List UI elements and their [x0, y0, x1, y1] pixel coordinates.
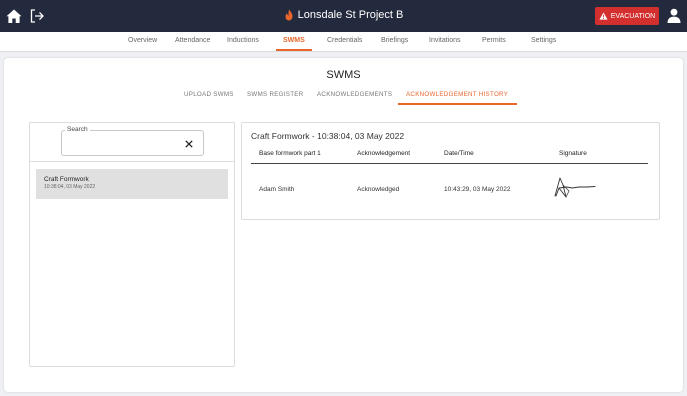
- project-title: Lonsdale St Project B: [284, 9, 404, 21]
- evacuation-label: EVACUATION: [610, 12, 656, 20]
- row-name: Adam Smith: [259, 186, 295, 193]
- swms-list-panel: Search Craft Formwork 10:38:04, 03 May 2…: [29, 122, 235, 367]
- subtab-acknowledgements[interactable]: ACKNOWLEDGEMENTS: [317, 91, 392, 98]
- tab-briefings[interactable]: Briefings: [381, 37, 408, 44]
- logout-icon[interactable]: [29, 8, 45, 24]
- tab-swms[interactable]: SWMS: [283, 37, 305, 44]
- page-title: SWMS: [326, 69, 361, 81]
- close-icon[interactable]: [185, 140, 193, 148]
- warning-icon: [599, 12, 608, 20]
- main-card: SWMS UPLOAD SWMS SWMS REGISTER ACKNOWLED…: [4, 58, 683, 392]
- row-datetime: 10:43:29, 03 May 2022: [444, 186, 511, 193]
- subtab-swms-register[interactable]: SWMS REGISTER: [247, 91, 304, 98]
- active-subtab-indicator: [398, 103, 517, 105]
- tab-overview[interactable]: Overview: [128, 37, 157, 44]
- nav-bar: Overview Attendance Inductions SWMS Cred…: [0, 32, 687, 52]
- column-header-datetime: Date/Time: [444, 150, 474, 157]
- signature-image: [554, 177, 596, 198]
- divider: [30, 161, 234, 162]
- list-item-timestamp: 10:38:04, 03 May 2022: [44, 184, 96, 190]
- subtab-upload-swms[interactable]: UPLOAD SWMS: [184, 91, 234, 98]
- acknowledgement-detail-panel: Craft Formwork - 10:38:04, 03 May 2022 B…: [241, 122, 660, 220]
- list-item-title: Craft Formwork: [44, 176, 89, 183]
- table-header-rule: [251, 163, 648, 164]
- row-acknowledgement: Acknowledged: [357, 186, 400, 193]
- tab-settings[interactable]: Settings: [531, 37, 556, 44]
- user-icon[interactable]: [667, 8, 681, 23]
- column-header-task: Base formwork part 1: [259, 150, 321, 157]
- tab-credentials[interactable]: Credentials: [327, 37, 362, 44]
- subtab-acknowledgement-history[interactable]: ACKNOWLEDGEMENT HISTORY: [406, 91, 508, 98]
- home-icon[interactable]: [6, 8, 22, 24]
- list-item[interactable]: Craft Formwork 10:38:04, 03 May 2022: [36, 169, 228, 199]
- evacuation-button[interactable]: EVACUATION: [595, 7, 659, 25]
- flame-icon: [285, 9, 293, 21]
- tab-inductions[interactable]: Inductions: [227, 37, 259, 44]
- detail-title: Craft Formwork - 10:38:04, 03 May 2022: [251, 131, 405, 141]
- search-input[interactable]: Search: [61, 126, 204, 156]
- top-bar: Lonsdale St Project B EVACUATION: [0, 0, 687, 32]
- active-tab-indicator: [276, 49, 312, 51]
- column-header-signature: Signature: [559, 150, 587, 157]
- tab-invitations[interactable]: Invitations: [429, 37, 461, 44]
- tab-attendance[interactable]: Attendance: [175, 37, 210, 44]
- tab-permits[interactable]: Permits: [482, 37, 506, 44]
- column-header-acknowledgement: Acknowledgement: [357, 150, 411, 157]
- project-title-text: Lonsdale St Project B: [297, 9, 404, 21]
- search-label: Search: [65, 126, 90, 133]
